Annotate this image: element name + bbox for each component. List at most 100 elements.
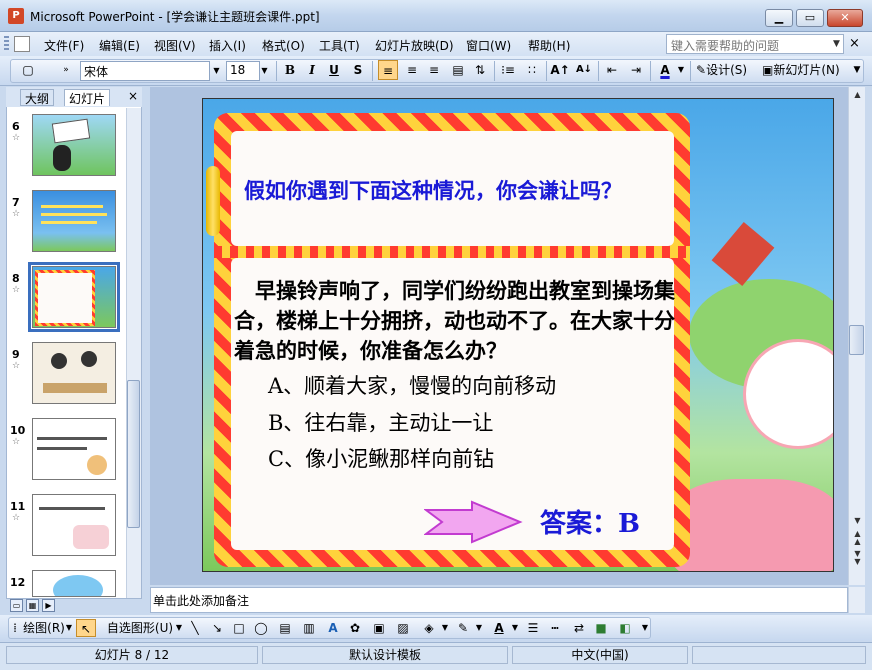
font-color-icon[interactable]: A [656,60,674,80]
scroll-up-icon[interactable]: ▲ [850,90,865,99]
slide-thumbnail[interactable] [32,190,116,252]
next-slide-icon[interactable]: ▼ ▼ [850,550,865,566]
menu-format[interactable]: 格式(O) [262,37,305,54]
wordart-icon[interactable]: A [324,619,342,637]
bold-button[interactable]: B [282,60,298,80]
previous-slide-icon[interactable]: ▲ ▲ [850,530,865,546]
pane-close-button[interactable]: × [128,89,138,103]
menu-edit[interactable]: 编辑(E) [99,37,140,54]
font-name-arrow[interactable]: ▼ [210,61,223,81]
close-document-button[interactable]: × [849,36,860,51]
draw-menu-button[interactable]: 绘图(R) [20,619,68,637]
rectangle-icon[interactable]: □ [230,619,248,637]
3d-style-icon[interactable]: ◧ [616,619,634,637]
help-dropdown-arrow[interactable]: ▼ [829,34,844,54]
font-size-select[interactable]: 18 [226,61,260,81]
increase-font-icon[interactable]: A↑ [550,60,570,80]
thumbnail-scroll-thumb[interactable] [127,380,140,528]
align-left-icon[interactable]: ≡ [378,60,398,80]
arrow-icon[interactable]: ↘ [208,619,226,637]
menu-view[interactable]: 视图(V) [154,37,196,54]
textbox-icon[interactable]: ▤ [276,619,294,637]
underline-button[interactable]: U [326,60,342,80]
scroll-down-icon[interactable]: ▼ [850,516,865,525]
toolbar-options-icon[interactable]: » [60,60,72,80]
minimize-button[interactable]: ▁ [765,9,793,27]
menu-slideshow[interactable]: 幻灯片放映(D) [375,37,454,54]
bullets-icon[interactable]: ∷ [522,60,542,80]
font-color-icon[interactable]: A [490,619,508,637]
menu-tools[interactable]: 工具(T) [319,37,360,54]
menu-help[interactable]: 帮助(H) [528,37,570,54]
picture-icon[interactable]: ▨ [394,619,412,637]
menu-insert[interactable]: 插入(I) [209,37,246,54]
clipart-icon[interactable]: ▣ [370,619,388,637]
dash-style-icon[interactable]: ┅ [546,619,564,637]
font-size-arrow[interactable]: ▼ [258,61,271,81]
shadow-style-icon[interactable]: ■ [592,619,610,637]
new-document-icon[interactable]: ▢ [18,60,38,80]
slide-thumbnail[interactable] [32,494,116,556]
toolbar-grip[interactable] [4,36,9,52]
option-b[interactable]: B、往右靠，主动让一让 [268,407,493,437]
toolbar-grip[interactable]: ⁞ [12,619,18,637]
arrow-style-icon[interactable]: ⇄ [570,619,588,637]
slide-thumbnail[interactable] [32,342,116,404]
increase-indent-icon[interactable]: ⇥ [626,60,646,80]
option-c[interactable]: C、像小泥鳅那样向前钻 [268,443,494,473]
close-window-button[interactable]: ✕ [827,9,863,27]
align-center-icon[interactable]: ≡ [402,60,422,80]
document-icon[interactable] [14,36,30,52]
font-name-select[interactable]: 宋体 [80,61,210,81]
vertical-textbox-icon[interactable]: ▥ [300,619,318,637]
shadow-button[interactable]: S [350,60,366,80]
oval-icon[interactable]: ◯ [252,619,270,637]
normal-view-icon[interactable]: ▭ [10,599,23,612]
align-right-icon[interactable]: ≡ [424,60,444,80]
line-style-icon[interactable]: ☰ [524,619,542,637]
new-slide-button[interactable]: ▣新幻灯片(N) [762,60,850,80]
slide-title[interactable]: 假如你遇到下面这种情况，你会谦让吗？ [244,175,622,205]
help-search-input[interactable]: 键入需要帮助的问题 [666,34,844,54]
fill-color-arrow[interactable]: ▼ [440,619,450,637]
italic-button[interactable]: I [304,60,320,80]
toolbar-overflow-icon[interactable]: ▼ [640,619,650,637]
notes-pane[interactable]: 单击此处添加备注 [150,587,848,613]
autoshapes-button[interactable]: 自选图形(U) [104,619,176,637]
option-a[interactable]: A、顺着大家，慢慢的向前移动 [268,370,556,400]
menu-window[interactable]: 窗口(W) [466,37,511,54]
slide-thumbnail[interactable] [32,570,116,597]
tab-outline[interactable]: 大纲 [20,89,55,106]
menu-file[interactable]: 文件(F) [44,37,84,54]
slide-thumbnail[interactable] [32,418,116,480]
slideshow-view-icon[interactable]: ▶ [42,599,55,612]
decrease-indent-icon[interactable]: ⇤ [602,60,622,80]
tab-slides[interactable]: 幻灯片 [64,89,111,106]
numbering-icon[interactable]: ⁝≡ [498,60,518,80]
decrease-font-icon[interactable]: A↓ [574,60,594,80]
toolbar-overflow-icon[interactable]: ▼ [852,60,862,80]
fill-color-icon[interactable]: ◈ [420,619,438,637]
scenario-text[interactable]: 早操铃声响了，同学们纷纷跑出教室到操场集合，楼梯上十分拥挤，动也动不了。在大家十… [234,276,686,366]
font-color-arrow[interactable]: ▼ [510,619,520,637]
design-button[interactable]: ✎设计(S) [696,60,754,80]
autoshapes-arrow[interactable]: ▼ [174,619,184,637]
slide-thumbnail-selected[interactable] [28,262,120,332]
answer-text[interactable]: 答案：B [540,503,640,540]
draw-menu-arrow[interactable]: ▼ [64,619,74,637]
line-color-icon[interactable]: ✎ [454,619,472,637]
notes-scrollbar[interactable] [848,587,865,613]
slide-thumbnail[interactable] [32,114,116,176]
distribute-icon[interactable]: ▤ [448,60,468,80]
powerpoint-icon[interactable]: P [8,8,24,24]
font-color-arrow[interactable]: ▼ [676,60,686,80]
line-color-arrow[interactable]: ▼ [474,619,484,637]
select-pointer-icon[interactable]: ↖ [76,619,96,637]
arrow-shape-icon[interactable] [424,500,524,544]
restore-button[interactable]: ▭ [796,9,824,27]
text-direction-icon[interactable]: ⇅ [470,60,490,80]
slide-sorter-view-icon[interactable]: ▦ [26,599,39,612]
diagram-icon[interactable]: ✿ [346,619,364,637]
line-icon[interactable]: ╲ [186,619,204,637]
slide-scroll-thumb[interactable] [849,325,864,355]
